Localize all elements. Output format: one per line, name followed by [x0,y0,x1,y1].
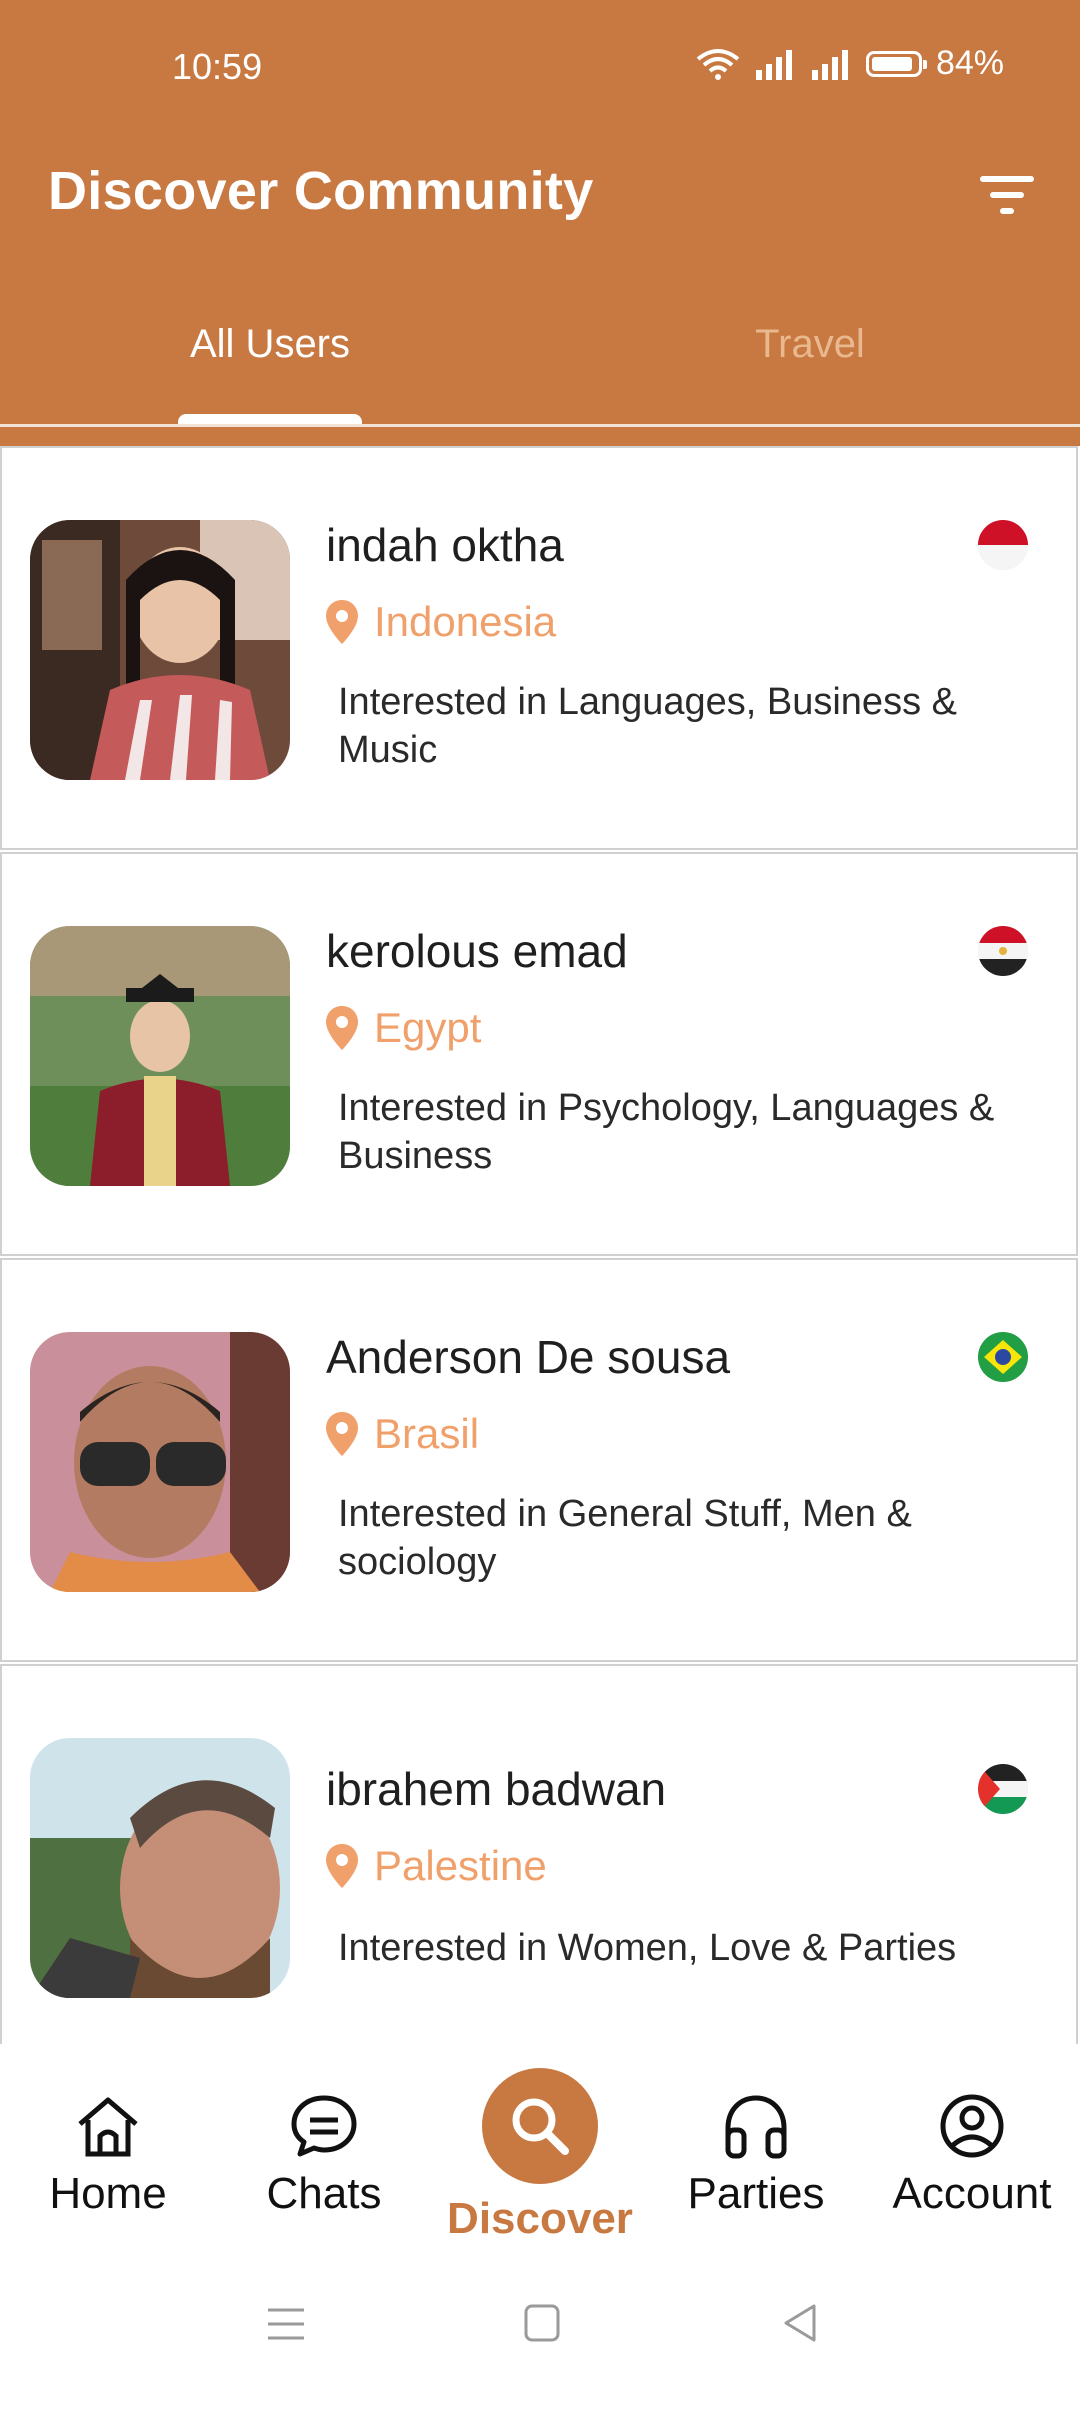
avatar [30,1332,290,1592]
signal-icon [755,49,792,80]
location-text: Egypt [374,1004,482,1051]
nav-chats[interactable]: Chats [216,2092,432,2219]
account-icon [940,2094,1004,2158]
signal-icon-2 [811,49,848,80]
location-text: Brasil [374,1410,480,1457]
nav-discover-label[interactable]: Discover [432,2194,648,2244]
system-nav-bar [0,2244,1080,2412]
user-interests: Interested in Women, Love & Parties [338,1927,957,1969]
user-card[interactable]: Anderson De sousa Brasil Interested in G… [0,1258,1078,1662]
headphones-icon [725,2095,787,2159]
user-name: indah oktha [326,519,564,571]
nav-home[interactable]: Home [0,2092,216,2219]
nav-discover-button[interactable] [482,2068,598,2184]
user-interests: Interested in General Stuff, Men & socio… [338,1493,912,1583]
avatar [30,926,290,1186]
nav-label: Home [49,2169,167,2218]
nav-account[interactable]: Account [864,2092,1080,2219]
location-pin-icon [326,1412,358,1456]
user-interests: Interested in Languages, Business & Musi… [338,681,957,771]
chat-icon [291,2095,357,2157]
user-name: kerolous emad [326,925,628,977]
wifi-icon [696,48,740,80]
brazil-flag-icon [978,1332,1028,1382]
tab-all-users[interactable]: All Users [0,322,540,367]
tab-travel[interactable]: Travel [540,322,1080,367]
avatar [30,520,290,780]
user-location: Egypt [324,1004,481,1052]
user-card[interactable]: kerolous emad Egypt Interested in Psycho… [0,852,1078,1256]
user-location: Indonesia [324,598,556,646]
indonesia-flag-icon [978,520,1028,570]
menu-icon[interactable] [264,2304,308,2344]
nav-label: Parties [687,2169,825,2218]
status-icons: 84% [696,44,1004,83]
nav-parties[interactable]: Parties [648,2092,864,2219]
back-icon[interactable] [780,2302,820,2344]
status-time: 10:59 [172,46,263,87]
nav-label: Account [892,2169,1052,2218]
egypt-flag-icon [978,926,1028,976]
user-interests: Interested in Psychology, Languages & Bu… [338,1087,995,1177]
app-header: 10:59 84% Discover Community All Users T… [0,0,1080,446]
header-divider [0,424,1080,427]
bottom-nav: Home Chats Discover Parties Account [0,2044,1080,2244]
battery-icon [865,50,927,77]
page-title: Discover Community [48,161,594,221]
home-icon [78,2097,138,2157]
avatar [30,1738,290,1998]
user-location: Palestine [324,1842,547,1890]
location-pin-icon [326,1006,358,1050]
user-card[interactable]: ibrahem badwan Palestine Interested in W… [0,1664,1078,2084]
location-text: Palestine [374,1842,547,1889]
nav-label: Chats [266,2169,382,2218]
palestine-flag-icon [978,1764,1028,1814]
location-pin-icon [326,1844,358,1888]
user-name: Anderson De sousa [326,1331,731,1383]
user-location: Brasil [324,1410,479,1458]
user-card[interactable]: indah oktha Indonesia Interested in Lang… [0,446,1078,850]
filter-icon[interactable] [976,166,1040,222]
battery-percent: 84% [935,44,1004,82]
user-name: ibrahem badwan [326,1763,667,1815]
location-text: Indonesia [374,598,557,645]
location-pin-icon [326,600,358,644]
search-icon [512,2098,569,2155]
tab-bar: All Users Travel [0,300,1080,426]
home-square-icon[interactable] [522,2302,562,2344]
